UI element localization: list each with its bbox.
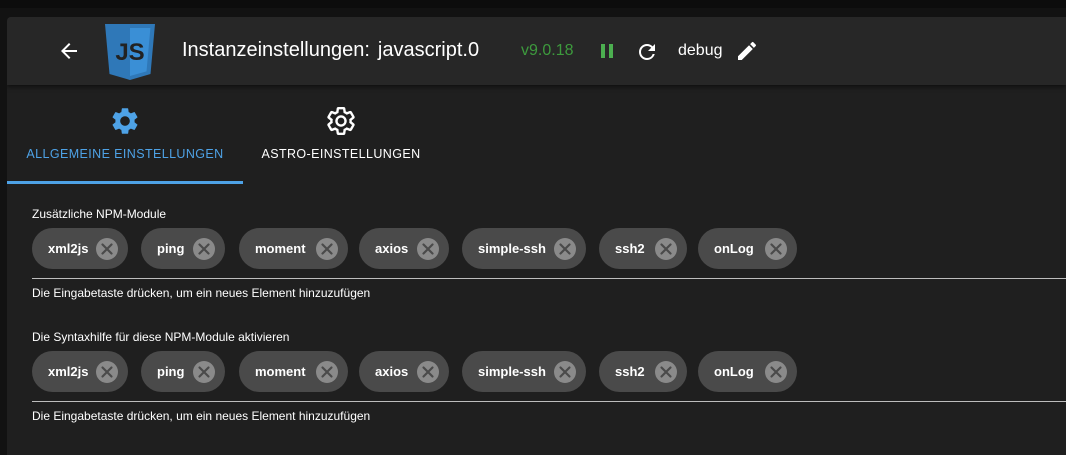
close-circle-icon[interactable]	[764, 237, 788, 261]
chip[interactable]: ssh2	[599, 228, 687, 269]
pencil-icon[interactable]	[735, 39, 759, 63]
chip-label: simple-ssh	[478, 364, 546, 379]
chip-label: onLog	[714, 241, 754, 256]
npm-modules-label: Zusätzliche NPM-Module	[32, 207, 167, 221]
chip[interactable]: ssh2	[599, 351, 687, 392]
page-title: Instanzeinstellungen: javascript.0	[182, 39, 479, 62]
tab-astro-label: ASTRO-EINSTELLUNGEN	[261, 147, 421, 161]
syntax-help-helper: Die Eingabetaste drücken, um ein neues E…	[32, 409, 371, 423]
instance-name: javascript.0	[377, 39, 480, 61]
npm-modules-underline	[32, 278, 1066, 279]
close-circle-icon[interactable]	[192, 360, 216, 384]
close-circle-icon[interactable]	[95, 237, 119, 261]
tab-astro-settings[interactable]: ASTRO-EINSTELLUNGEN	[243, 85, 439, 183]
back-arrow-icon[interactable]	[57, 39, 81, 63]
dialog-header: JS Instanzeinstellungen: javascript.0 v9.…	[7, 17, 1066, 85]
chip[interactable]: ping	[141, 351, 225, 392]
close-circle-icon[interactable]	[416, 237, 440, 261]
chip[interactable]: axios	[359, 228, 449, 269]
reload-icon[interactable]	[635, 40, 659, 64]
chip[interactable]: onLog	[698, 351, 797, 392]
chip[interactable]: onLog	[698, 228, 797, 269]
chip[interactable]: ping	[141, 228, 225, 269]
title-label: Instanzeinstellungen:	[182, 39, 370, 61]
close-circle-icon[interactable]	[553, 360, 577, 384]
close-circle-icon[interactable]	[654, 237, 678, 261]
chip-label: simple-ssh	[478, 241, 546, 256]
log-level-label[interactable]: debug	[678, 42, 723, 60]
close-circle-icon[interactable]	[315, 237, 339, 261]
close-circle-icon[interactable]	[416, 360, 440, 384]
close-circle-icon[interactable]	[764, 360, 788, 384]
close-circle-icon[interactable]	[553, 237, 577, 261]
syntax-help-underline	[32, 401, 1066, 402]
chip[interactable]: moment	[239, 351, 348, 392]
javascript-logo: JS	[105, 24, 155, 80]
instance-settings-dialog: JS Instanzeinstellungen: javascript.0 v9.…	[7, 17, 1066, 455]
close-circle-icon[interactable]	[192, 237, 216, 261]
close-circle-icon[interactable]	[95, 360, 119, 384]
tab-general-settings[interactable]: ALLGEMEINE EINSTELLUNGEN	[7, 85, 243, 183]
chip[interactable]: simple-ssh	[462, 228, 586, 269]
chip-label: moment	[255, 241, 306, 256]
chip-label: moment	[255, 364, 306, 379]
chip-label: xml2js	[48, 364, 89, 379]
chip-label: onLog	[714, 364, 754, 379]
chip-label: ssh2	[615, 364, 645, 379]
chip[interactable]: axios	[359, 351, 449, 392]
version-label: v9.0.18	[521, 42, 574, 59]
chip[interactable]: simple-ssh	[462, 351, 586, 392]
gear-icon	[112, 108, 138, 134]
tab-general-label: ALLGEMEINE EINSTELLUNGEN	[26, 147, 224, 161]
logo-text: JS	[115, 39, 144, 66]
chip-label: axios	[375, 364, 409, 379]
chip-label: ping	[157, 241, 185, 256]
settings-tabs: ALLGEMEINE EINSTELLUNGEN ASTRO-EINSTELLU…	[7, 85, 1066, 184]
chip-label: ssh2	[615, 241, 645, 256]
close-circle-icon[interactable]	[654, 360, 678, 384]
active-tab-indicator	[7, 181, 243, 184]
chip-label: ping	[157, 364, 185, 379]
npm-modules-helper: Die Eingabetaste drücken, um ein neues E…	[32, 286, 371, 300]
syntax-help-label: Die Syntaxhilfe für diese NPM-Module akt…	[32, 330, 290, 344]
chip-label: xml2js	[48, 241, 89, 256]
chip-label: axios	[375, 241, 409, 256]
chip[interactable]: xml2js	[32, 228, 128, 269]
close-circle-icon[interactable]	[315, 360, 339, 384]
chip[interactable]: moment	[239, 228, 348, 269]
pause-icon[interactable]	[596, 40, 618, 62]
window-top-strip	[0, 0, 1066, 8]
chip[interactable]: xml2js	[32, 351, 128, 392]
gear-outline-icon	[327, 107, 355, 135]
